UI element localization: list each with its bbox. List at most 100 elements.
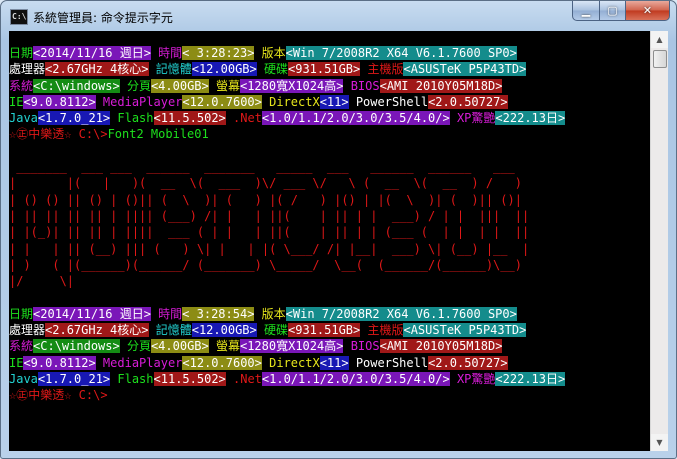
- info-value: <1.7.0_21>: [37, 371, 111, 386]
- info-block-2-line: Java<1.7.0_21> Flash<11.5.502> .Net<1.0/…: [9, 371, 650, 387]
- info-label: 分頁: [119, 78, 151, 93]
- command-prompt-window: C:\ 系統管理員: 命令提示字元 ▁ ▢ ✕ 日期<2014/11/16 週日…: [0, 0, 677, 459]
- console-output-area[interactable]: 日期<2014/11/16 週日> 時間< 3:28:23> 版本<Win 7/…: [9, 31, 650, 451]
- scroll-down-arrow-icon[interactable]: ▼: [651, 434, 668, 451]
- info-label: BIOS: [343, 78, 380, 93]
- info-label: Java: [9, 371, 38, 386]
- info-label: Flash: [110, 111, 154, 126]
- info-label: Java: [9, 111, 38, 126]
- scrollbar-thumb[interactable]: [653, 50, 667, 68]
- info-block-2-line: 處理器<2.67GHz 4核心> 記憶體<12.00GB> 硬碟<931.51G…: [9, 322, 650, 338]
- info-label: 版本: [254, 46, 286, 60]
- info-value: <ASUSTeK P5P43TD>: [403, 62, 527, 77]
- info-label: 處理器: [9, 323, 46, 338]
- scroll-up-arrow-icon[interactable]: ▲: [651, 31, 668, 48]
- ascii-art-line: [9, 143, 650, 159]
- info-value: <2.67GHz 4核心>: [45, 323, 149, 338]
- info-value: < 3:28:54>: [182, 306, 255, 321]
- maximize-icon: ▢: [607, 4, 618, 17]
- info-label: DirectX: [261, 94, 320, 109]
- title-bar[interactable]: C:\ 系統管理員: 命令提示字元 ▁ ▢ ✕: [1, 1, 676, 31]
- info-value: <AMI 2010Y05M18D>: [379, 78, 503, 93]
- prompt-line: ☆㊣中樂透☆ C:\>Font2 Mobile01: [9, 126, 650, 142]
- info-label: XP驚艷: [449, 371, 496, 386]
- info-label: 螢幕: [208, 339, 240, 354]
- info-label: XP驚艷: [449, 111, 496, 126]
- info-value: <1.7.0_21>: [37, 111, 111, 126]
- info-value: <4.00GB>: [150, 78, 209, 93]
- info-value: <9.0.8112>: [23, 94, 96, 109]
- info-block-1-line: 處理器<2.67GHz 4核心> 記憶體<12.00GB> 硬碟<931.51G…: [9, 61, 650, 77]
- info-label: .Net: [225, 371, 262, 386]
- ascii-art-line: |/ \|: [9, 274, 378, 289]
- info-label: MediaPlayer: [95, 355, 183, 370]
- info-block-2-line: 系統<C:\windows> 分頁<4.00GB> 螢幕<1280寬X1024高…: [9, 338, 650, 354]
- info-value: < 3:28:23>: [182, 46, 255, 60]
- info-label: 螢幕: [208, 78, 240, 93]
- info-label: DirectX: [261, 355, 320, 370]
- ascii-art-line: | |(_)| || || | |||| ___ ( | | | ||( | |…: [9, 225, 530, 240]
- info-label: 處理器: [9, 62, 46, 77]
- info-value: <2.67GHz 4核心>: [45, 62, 149, 77]
- info-value: <2.0.50727>: [428, 94, 508, 109]
- info-value: <AMI 2010Y05M18D>: [379, 339, 503, 354]
- prompt-line: ☆㊣中樂透☆ C:\>: [9, 387, 650, 403]
- info-label: Flash: [110, 371, 154, 386]
- info-value: <9.0.8112>: [23, 355, 96, 370]
- info-block-1-line: IE<9.0.8112> MediaPlayer<12.0.7600> Dire…: [9, 94, 650, 110]
- info-label: 記憶體: [148, 323, 192, 338]
- info-value: <C:\windows>: [33, 78, 120, 93]
- info-label: PowerShell: [348, 355, 429, 370]
- close-icon: ✕: [642, 4, 653, 17]
- info-label: MediaPlayer: [95, 94, 183, 109]
- info-label: 日期: [9, 46, 34, 60]
- minimize-icon: ▁: [581, 4, 591, 17]
- window-title: 系統管理員: 命令提示字元: [33, 11, 173, 25]
- info-label: 系統: [9, 78, 34, 93]
- info-label: 時間: [150, 306, 183, 321]
- cmd-app-icon[interactable]: C:\: [10, 9, 28, 25]
- info-value: <2014/11/16 週日>: [33, 46, 151, 60]
- info-value: <C:\windows>: [33, 339, 120, 354]
- info-value: <1.0/1.1/2.0/3.0/3.5/4.0/>: [261, 111, 450, 126]
- info-value: <931.51GB>: [288, 62, 361, 77]
- prompt-command[interactable]: Font2 Mobile01: [108, 127, 209, 141]
- info-value: <11.5.502>: [153, 371, 226, 386]
- info-value: <931.51GB>: [288, 323, 361, 338]
- info-value: <4.00GB>: [150, 339, 209, 354]
- info-label: 版本: [254, 306, 286, 321]
- info-value: <1.0/1.1/2.0/3.0/3.5/4.0/>: [261, 371, 450, 386]
- ascii-art-line: _______ ___ ___ ______ _______ _____ ___…: [9, 160, 515, 175]
- info-label: IE: [9, 94, 24, 109]
- ascii-art-line: | || || || || | |||| (___) /| | | ||( | …: [9, 208, 530, 223]
- info-label: 日期: [9, 306, 34, 321]
- maximize-button[interactable]: ▢: [600, 1, 626, 21]
- console-lines: 日期<2014/11/16 週日> 時間< 3:28:23> 版本<Win 7/…: [9, 45, 650, 404]
- info-value: <1280寬X1024高>: [239, 339, 344, 354]
- info-value: <1280寬X1024高>: [239, 78, 344, 93]
- info-value: <222.13日>: [495, 371, 566, 386]
- info-label: 主機版: [360, 323, 404, 338]
- ascii-art-line: | ) ( |(______)(______/ (_______) \_____…: [9, 257, 522, 272]
- info-value: <12.0.7600>: [182, 355, 262, 370]
- info-block-2-line: IE<9.0.8112> MediaPlayer<12.0.7600> Dire…: [9, 355, 650, 371]
- prompt-prefix: ☆㊣中樂透☆ C:\>: [9, 127, 108, 142]
- info-block-2-line: 日期<2014/11/16 週日> 時間< 3:28:54> 版本<Win 7/…: [9, 306, 650, 322]
- prompt-prefix: ☆㊣中樂透☆ C:\>: [9, 388, 108, 403]
- info-label: 主機版: [360, 62, 404, 77]
- info-value: <11.5.502>: [153, 111, 226, 126]
- close-button[interactable]: ✕: [626, 1, 670, 21]
- info-value: <222.13日>: [495, 111, 566, 126]
- info-label: 時間: [150, 46, 183, 60]
- info-label: 硬碟: [256, 323, 288, 338]
- info-label: 記憶體: [148, 62, 192, 77]
- vertical-scrollbar[interactable]: ▲ ▼: [650, 31, 668, 451]
- info-value: <12.00GB>: [191, 62, 257, 77]
- info-value: <Win 7/2008R2 X64 V6.1.7600 SP0>: [285, 46, 517, 60]
- info-value: <11>: [319, 94, 349, 109]
- caption-buttons: ▁ ▢ ✕: [572, 1, 670, 21]
- info-label: PowerShell: [348, 94, 429, 109]
- info-block-1-line: Java<1.7.0_21> Flash<11.5.502> .Net<1.0/…: [9, 110, 650, 126]
- minimize-button[interactable]: ▁: [572, 1, 600, 21]
